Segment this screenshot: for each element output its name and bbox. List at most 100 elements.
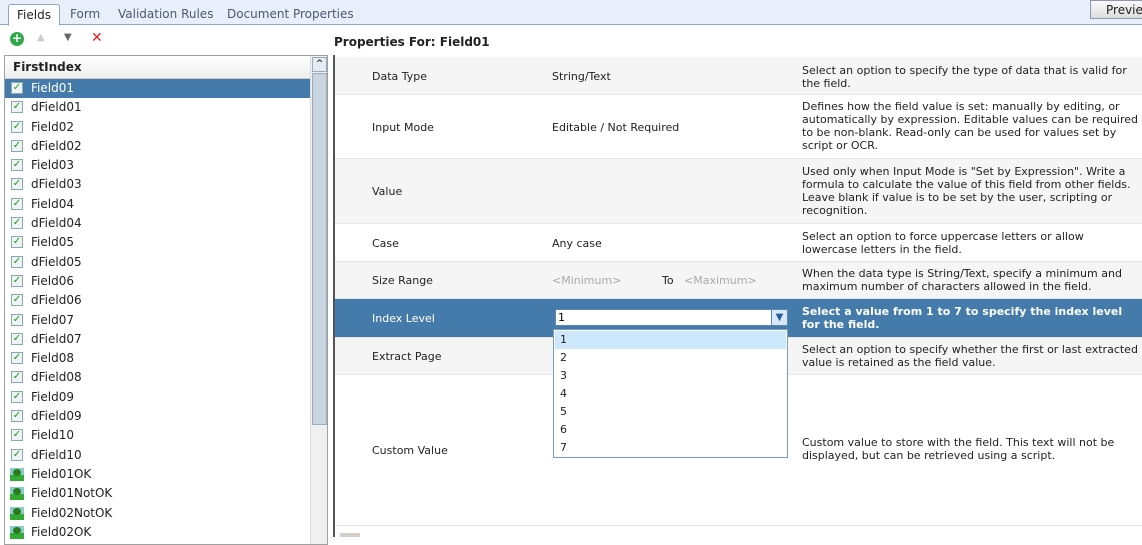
checkbox-icon[interactable]: ✓ [11,139,23,152]
property-row-value[interactable]: Value Used only when Input Mode is "Set … [335,159,1142,224]
to-label: To [662,274,674,287]
list-item[interactable]: ✓ dField10 [5,446,310,465]
list-item[interactable]: ✓ dField05 [5,253,310,272]
max-size-input[interactable]: <Maximum> [684,274,757,287]
property-description: When the data type is String/Text, speci… [802,267,1122,293]
tab-bar: Fields Form Validation Rules Document Pr… [0,0,1142,26]
property-description: Used only when Input Mode is "Set by Exp… [802,165,1131,217]
dropdown-option[interactable]: 3 [555,367,786,385]
list-item-label: dField01 [31,100,82,115]
checkbox-icon[interactable]: ✓ [11,101,23,114]
tree-icon [10,506,24,520]
list-item-label: dField10 [31,447,82,462]
property-label: Data Type [372,70,428,83]
checkbox-icon[interactable]: ✓ [11,294,23,307]
tab-validation-rules[interactable]: Validation Rules [110,4,221,25]
scrollbar[interactable]: ^ [310,56,327,544]
property-row-input-mode[interactable]: Input Mode Editable / Not Required Defin… [335,95,1142,159]
list-item[interactable]: ✓ dField01 [5,98,310,117]
property-value[interactable]: Editable / Not Required [552,121,679,134]
list-item[interactable]: ✓ Field03 [5,156,310,175]
property-description: Select an option to specify whether the … [802,343,1138,369]
list-item[interactable]: ✓ Field08 [5,349,310,368]
property-row-data-type[interactable]: Data Type String/Text Select an option t… [335,57,1142,95]
move-down-icon[interactable]: ▼ [64,32,78,46]
property-row-size-range[interactable]: Size Range <Minimum> To <Maximum> When t… [335,262,1142,299]
list-item[interactable]: ✓ Field06 [5,272,310,291]
list-item[interactable]: ✓ dField06 [5,291,310,310]
checkbox-icon[interactable]: ✓ [11,429,23,442]
checkbox-icon[interactable]: ✓ [11,120,23,133]
checkbox-icon[interactable]: ✓ [11,159,23,172]
dropdown-option[interactable]: 2 [555,349,786,367]
horizontal-scroll-thumb[interactable] [340,533,360,537]
tab-form[interactable]: Form [62,4,108,25]
list-item[interactable]: ✓ Field07 [5,311,310,330]
checkbox-icon[interactable]: ✓ [11,197,23,210]
dropdown-option[interactable]: 6 [555,421,786,439]
list-item-label: Field06 [31,273,74,288]
list-item-label: Field01NotOK [31,486,113,501]
list-item[interactable]: ✓ Field04 [5,195,310,214]
list-item-label: Field05 [31,235,74,250]
checkbox-icon[interactable]: ✓ [11,332,23,345]
checkbox-icon[interactable]: ✓ [11,255,23,268]
list-item[interactable]: ✓ Field01 [5,79,310,99]
scroll-up-icon[interactable]: ^ [312,57,327,72]
list-item[interactable]: ✓ Field02 [5,118,310,137]
property-label: Custom Value [372,444,448,457]
tab-fields[interactable]: Fields [8,4,60,26]
checkbox-icon[interactable]: ✓ [11,217,23,230]
index-level-dropdown: 1 2 3 4 5 6 7 [553,329,788,458]
list-item[interactable]: ✓ dField02 [5,137,310,156]
list-item[interactable]: Field01OK [5,465,310,484]
list-item[interactable]: ✓ dField03 [5,175,310,194]
dropdown-option[interactable]: 1 [555,331,786,349]
move-up-icon[interactable]: ▲ [37,32,51,46]
list-item-label: Field01 [31,81,74,95]
list-item-label: Field01OK [31,466,92,481]
property-value[interactable]: String/Text [552,70,611,83]
list-item-label: Field02NotOK [31,505,113,520]
chevron-down-icon[interactable]: ▼ [771,310,787,325]
index-level-combo[interactable]: 1 ▼ [555,309,788,326]
property-label: Extract Page [372,350,442,363]
preview-button[interactable]: Preview [1090,0,1142,19]
checkbox-icon[interactable]: ✓ [11,390,23,403]
checkbox-icon[interactable]: ✓ [11,236,23,249]
list-item[interactable]: Field02NotOK [5,504,310,523]
list-item[interactable]: ✓ dField04 [5,214,310,233]
checkbox-icon[interactable]: ✓ [11,313,23,326]
checkbox-icon[interactable]: ✓ [11,352,23,365]
property-description: Select a value from 1 to 7 to specify th… [802,305,1123,331]
dropdown-option[interactable]: 4 [555,385,786,403]
list-item[interactable]: ✓ Field05 [5,233,310,252]
tree-icon [10,467,24,481]
checkbox-icon[interactable]: ✓ [11,274,23,287]
property-description: Defines how the field value is set: manu… [802,100,1139,152]
scroll-thumb[interactable] [312,73,327,425]
list-item[interactable]: ✓ dField08 [5,368,310,387]
list-item[interactable]: ✓ dField07 [5,330,310,349]
delete-icon[interactable]: ✕ [91,31,105,46]
list-item-label: Field02 [31,119,74,134]
checkbox-icon[interactable]: ✓ [11,178,23,191]
property-value[interactable]: Any case [552,237,602,250]
dropdown-option[interactable]: 7 [555,439,786,457]
list-item-label: Field03 [31,158,74,173]
dropdown-option[interactable]: 5 [555,403,786,421]
list-item[interactable]: Field02OK [5,523,310,542]
list-item[interactable]: ✓ Field10 [5,426,310,445]
min-size-input[interactable]: <Minimum> [552,274,621,287]
list-item[interactable]: ✓ dField09 [5,407,310,426]
checkbox-icon[interactable]: ✓ [11,371,23,384]
checkbox-icon[interactable]: ✓ [11,410,23,423]
checkbox-icon[interactable]: ✓ [11,448,23,461]
list-item[interactable]: ✓ Field09 [5,388,310,407]
checkbox-icon[interactable]: ✓ [11,82,23,94]
list-item[interactable]: Field01NotOK [5,484,310,503]
property-row-case[interactable]: Case Any case Select an option to force … [335,224,1142,262]
property-label: Case [372,237,399,250]
tab-document-properties[interactable]: Document Properties [219,4,362,25]
add-icon[interactable]: + [10,32,24,46]
